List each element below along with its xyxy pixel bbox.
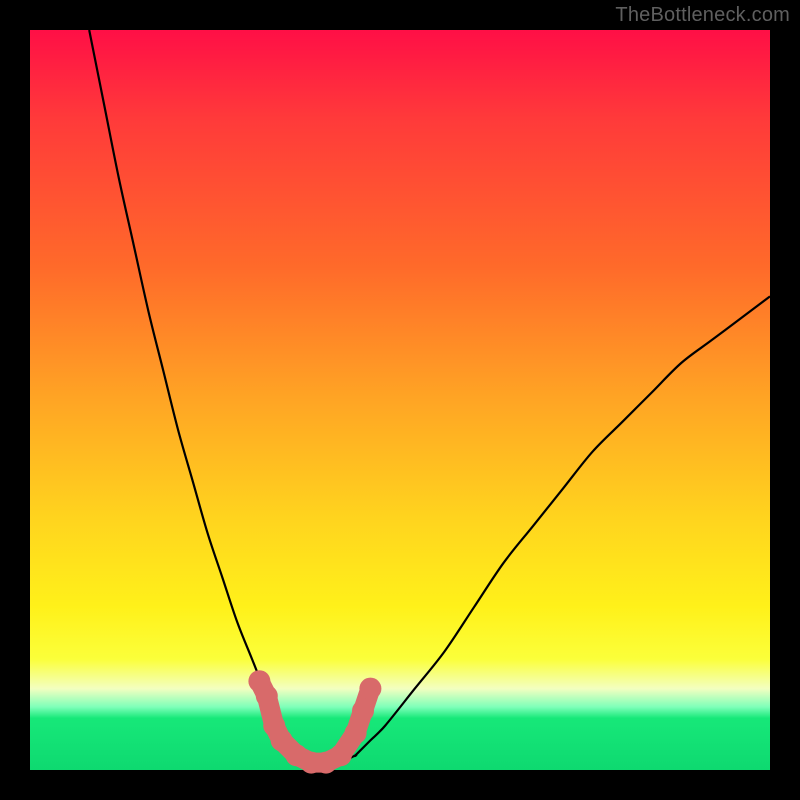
curve-group: [89, 30, 770, 767]
marker-dot: [359, 678, 381, 700]
marker-dot: [345, 722, 367, 744]
marker-dot: [330, 744, 352, 766]
marker-dot: [352, 700, 374, 722]
chart-svg: [30, 30, 770, 770]
marker-group: [248, 670, 381, 773]
chart-plot-area: [30, 30, 770, 770]
watermark-text: TheBottleneck.com: [615, 4, 790, 27]
chart-frame: TheBottleneck.com: [0, 0, 800, 800]
bottleneck-curve: [89, 30, 770, 767]
marker-dot: [256, 685, 278, 707]
